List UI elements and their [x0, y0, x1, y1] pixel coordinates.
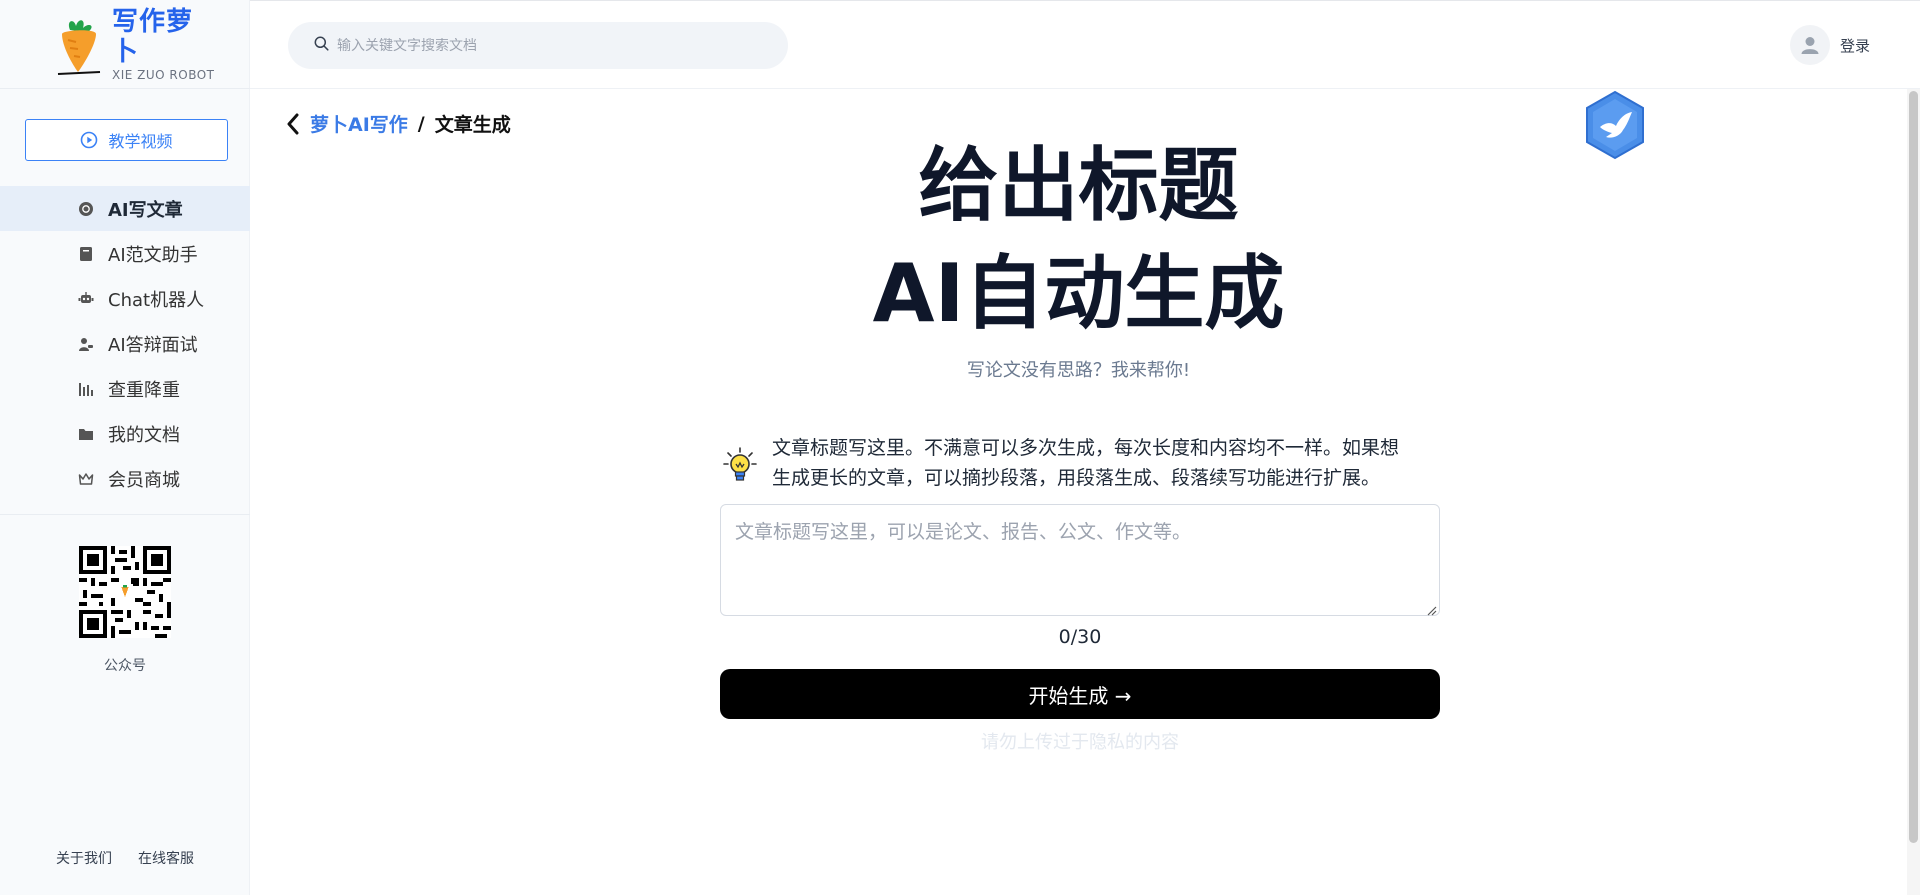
folder-icon: [76, 427, 96, 441]
brand-name: 写作萝卜: [112, 7, 194, 67]
sidebar-item-label: 会员商城: [108, 469, 180, 491]
lightbulb-icon: [720, 445, 760, 485]
hero-title-line2: AI自动生成: [872, 247, 1285, 340]
tip-block: 文章标题写这里。不满意可以多次生成，每次长度和内容均不一样。如果想 生成更长的文…: [720, 433, 1440, 493]
login-area[interactable]: 登录: [1790, 25, 1870, 65]
privacy-notice: 请勿上传过于隐私的内容: [981, 732, 1179, 753]
about-us-link[interactable]: 关于我们: [56, 848, 112, 868]
page-scrollbar[interactable]: [1907, 89, 1920, 895]
tip-text-line2: 生成更长的文章，可以摘抄段落，用段落生成、段落续写功能进行扩展。: [772, 467, 1381, 489]
hero-subtitle: 写论文没有思路？我来帮你!: [966, 360, 1191, 381]
breadcrumb-parent-link[interactable]: 萝卜AI写作: [310, 110, 408, 137]
book-icon: [76, 246, 96, 262]
breadcrumb-separator: /: [417, 112, 425, 135]
sidebar-item-my-documents[interactable]: 我的文档: [0, 411, 250, 456]
sidebar-item-ai-sample-assistant[interactable]: AI范文助手: [0, 231, 250, 276]
play-circle-icon: [80, 131, 98, 149]
chatgpt-icon: [76, 201, 96, 217]
divider: [0, 514, 250, 515]
back-chevron-icon[interactable]: [286, 112, 300, 136]
start-generate-button[interactable]: 开始生成 →: [720, 669, 1440, 719]
sidebar-item-ai-defense-interview[interactable]: AI答辩面试: [0, 321, 250, 366]
character-counter: 0/30: [1058, 626, 1102, 648]
tutorial-video-label: 教学视频: [108, 132, 173, 151]
tutorial-video-button[interactable]: 教学视频: [25, 119, 228, 161]
breadcrumb: 萝卜AI写作 / 文章生成: [286, 110, 511, 137]
carrot-logo-icon: [56, 16, 102, 75]
sidebar: 写作萝卜 XIE ZUO ROBOT 教学视频 AI写文章 AI范文助手 Cha…: [0, 0, 250, 895]
sidebar-footer: 关于我们 在线客服: [0, 848, 250, 868]
sidebar-item-member-store[interactable]: 会员商城: [0, 456, 250, 501]
sidebar-nav: AI写文章 AI范文助手 Chat机器人 AI答辩面试 查重降重 我的文档 会员…: [0, 186, 250, 501]
search-box[interactable]: [288, 22, 788, 69]
search-input[interactable]: [337, 37, 757, 54]
crown-icon: [76, 472, 96, 486]
sidebar-item-label: Chat机器人: [108, 289, 205, 311]
hero-title-line1: 给出标题: [918, 139, 1239, 232]
sidebar-item-plagiarism-check[interactable]: 查重降重: [0, 366, 250, 411]
breadcrumb-current: 文章生成: [434, 114, 511, 136]
online-support-link[interactable]: 在线客服: [138, 848, 194, 868]
sidebar-item-label: 我的文档: [108, 424, 180, 446]
scrollbar-thumb[interactable]: [1909, 91, 1918, 843]
sidebar-item-label: AI答辩面试: [108, 334, 198, 356]
bars-icon: [76, 381, 96, 397]
qr-label: 公众号: [104, 658, 146, 674]
sidebar-item-label: 查重降重: [108, 379, 180, 401]
divider: [0, 88, 250, 89]
avatar-icon[interactable]: [1790, 25, 1830, 65]
interview-icon: [76, 336, 96, 352]
sidebar-item-ai-write-article[interactable]: AI写文章: [0, 186, 250, 231]
resize-handle-icon[interactable]: [1425, 601, 1437, 616]
sidebar-item-label: AI写文章: [108, 199, 183, 221]
brand-subtitle: XIE ZUO ROBOT: [112, 68, 215, 82]
wechat-qr-code: [79, 546, 171, 638]
top-bar: 登录: [250, 0, 1920, 89]
search-icon: [314, 36, 329, 55]
article-title-input[interactable]: [720, 504, 1440, 616]
brand-logo[interactable]: 写作萝卜 XIE ZUO ROBOT: [56, 7, 216, 82]
robot-icon: [76, 291, 96, 307]
login-link[interactable]: 登录: [1840, 35, 1870, 56]
tip-text-line1: 文章标题写这里。不满意可以多次生成，每次长度和内容均不一样。如果想: [772, 437, 1400, 459]
sidebar-item-label: AI范文助手: [108, 244, 198, 266]
sidebar-item-chat-robot[interactable]: Chat机器人: [0, 276, 250, 321]
